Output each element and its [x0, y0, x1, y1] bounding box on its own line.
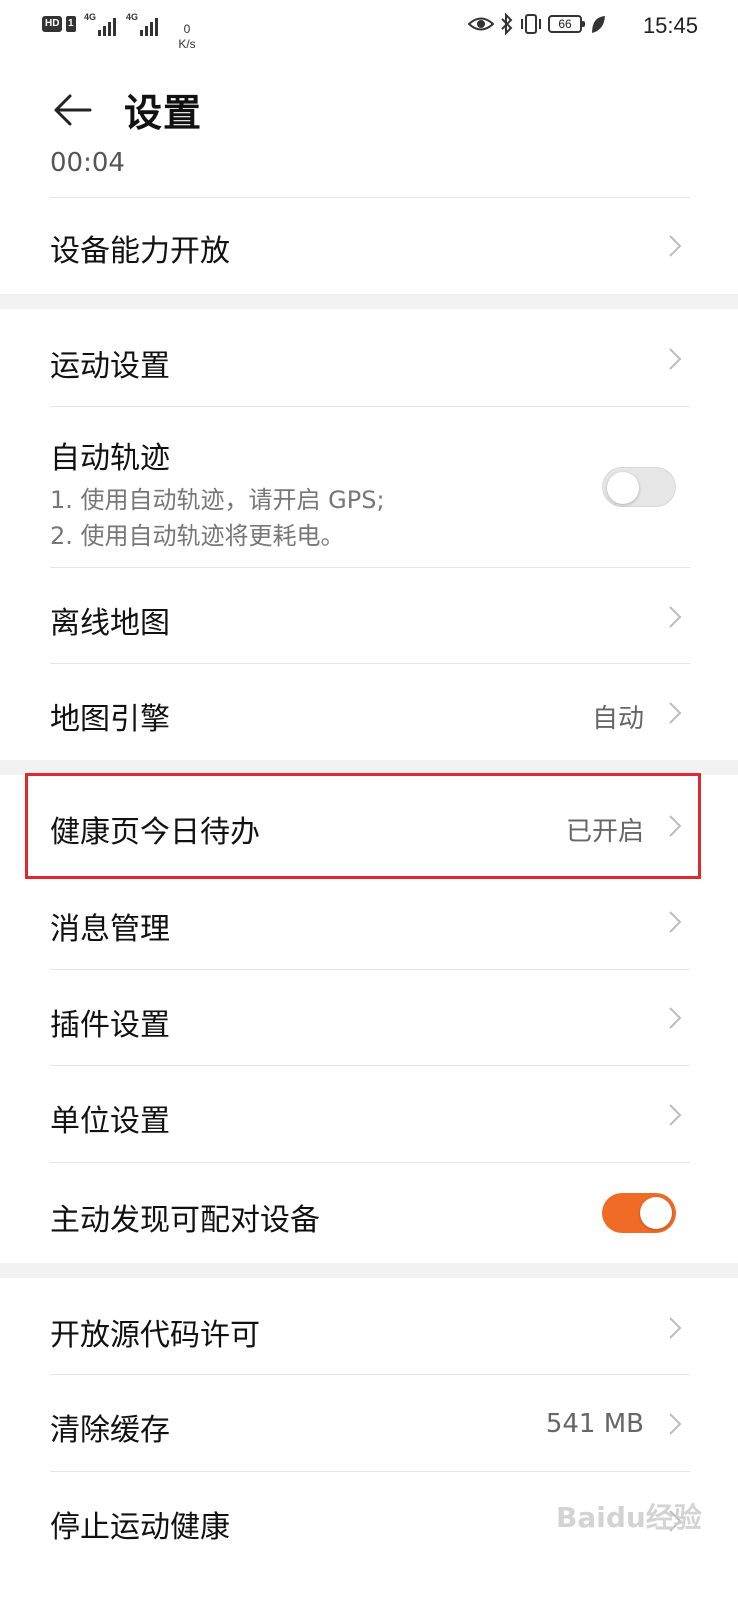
setting-row-plugin-settings[interactable]: 插件设置: [50, 970, 690, 1065]
toggle-knob: [607, 472, 639, 504]
row-label: 单位设置: [50, 1104, 170, 1139]
auto-track-toggle[interactable]: [602, 467, 676, 507]
setting-row-device-capability[interactable]: 设备能力开放: [50, 198, 690, 293]
row-description: 1. 使用自动轨迹，请开启 GPS;: [50, 486, 385, 514]
status-right: 66 15:45: [468, 10, 698, 40]
page-title: 设置: [124, 91, 203, 135]
vibrate-icon: [521, 14, 541, 34]
discover-devices-toggle[interactable]: [602, 1193, 676, 1233]
section-gap: [0, 294, 738, 309]
row-label: 插件设置: [50, 1008, 170, 1043]
setting-row-message-mgmt[interactable]: 消息管理: [50, 876, 690, 969]
row-label: 自动轨迹: [50, 441, 170, 476]
eye-icon: [468, 17, 494, 31]
hd-badge: HD: [42, 16, 63, 32]
chevron-right-icon: [669, 235, 682, 257]
signal-icon: 4G: [126, 12, 170, 40]
setting-row-discover-devices: 主动发现可配对设备: [50, 1163, 690, 1263]
setting-row-clear-cache[interactable]: 清除缓存 541 MB: [50, 1375, 690, 1471]
row-label: 设备能力开放: [50, 234, 230, 269]
clock: 15:45: [642, 13, 698, 38]
watermark: Baidu经验: [556, 1501, 702, 1534]
row-label: 清除缓存: [50, 1413, 170, 1448]
section-gap: [0, 1263, 738, 1278]
sim-badge: 1: [66, 16, 76, 32]
row-value: 541 MB: [545, 1409, 644, 1439]
row-label: 开放源代码许可: [50, 1318, 260, 1353]
row-label: 停止运动健康: [50, 1510, 230, 1545]
signal-icon: 4G: [84, 12, 128, 40]
setting-row-sport-settings[interactable]: 运动设置: [50, 309, 690, 406]
setting-row-offline-map[interactable]: 离线地图: [50, 568, 690, 663]
chevron-right-icon: [669, 1007, 682, 1029]
app-header: 设置: [0, 60, 738, 160]
row-label: 运动设置: [50, 349, 170, 384]
battery-icon: 66: [548, 15, 585, 33]
setting-row-unit-settings[interactable]: 单位设置: [50, 1066, 690, 1162]
row-label: 离线地图: [50, 606, 170, 641]
row-label: 消息管理: [50, 912, 170, 947]
chevron-right-icon: [669, 348, 682, 370]
row-value: 自动: [591, 704, 644, 734]
arrow-left-icon[interactable]: [50, 88, 94, 132]
status-bar: HD 1 4G 4G 0 K/s 66 15:45: [0, 0, 738, 51]
bluetooth-icon: [501, 13, 513, 35]
chevron-right-icon: [669, 1104, 682, 1126]
toggle-knob: [640, 1197, 672, 1229]
chevron-right-icon: [669, 702, 682, 724]
clipped-value: 00:04: [50, 148, 125, 176]
setting-row-map-engine[interactable]: 地图引擎 自动: [50, 664, 690, 760]
chevron-right-icon: [669, 911, 682, 933]
chevron-right-icon: [669, 1317, 682, 1339]
network-speed: 0 K/s: [178, 22, 196, 51]
row-label: 主动发现可配对设备: [50, 1203, 320, 1238]
row-label: 地图引擎: [50, 702, 170, 737]
leaf-icon: [592, 16, 605, 33]
setting-row-auto-track: 自动轨迹 1. 使用自动轨迹，请开启 GPS; 2. 使用自动轨迹将更耗电。: [50, 407, 690, 567]
chevron-right-icon: [669, 1413, 682, 1435]
setting-row-open-source[interactable]: 开放源代码许可: [50, 1278, 690, 1374]
chevron-right-icon: [669, 606, 682, 628]
highlight-box: [25, 773, 701, 879]
row-description: 2. 使用自动轨迹将更耗电。: [50, 522, 345, 550]
